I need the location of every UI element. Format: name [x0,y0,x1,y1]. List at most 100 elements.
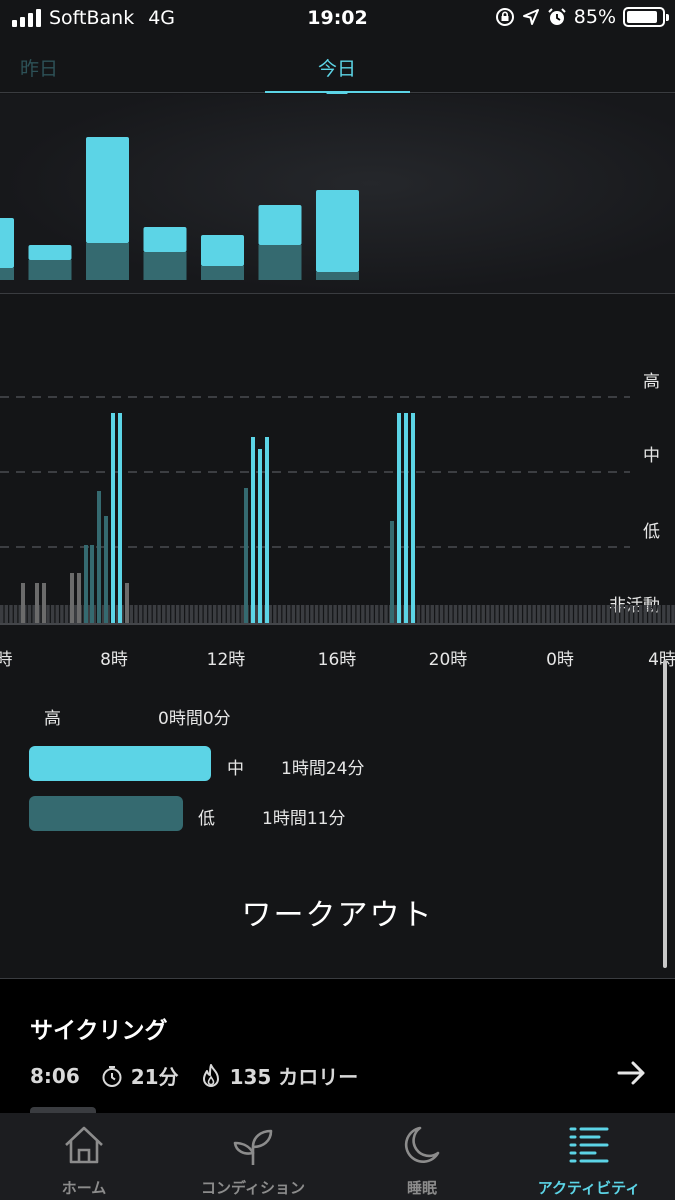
inactive-bar [138,605,143,623]
inactive-bar [171,605,175,623]
inactive-bar [328,605,333,623]
workout-name: サイクリング [30,1018,168,1044]
inactive-bar [337,605,342,623]
inactive-bar [625,605,629,623]
legend-high-label: 高 [44,709,61,729]
inactive-bar [421,605,425,623]
hour-label: 20時 [428,650,468,670]
inactive-bar [606,605,610,623]
inactive-bar [435,605,439,623]
workout-card[interactable]: サイクリング 8:06 21分 135 カロリー [0,979,675,1114]
inactive-bar [652,605,657,623]
inactive-bar [152,605,157,623]
inactive-bar [162,605,166,623]
nav-sleep[interactable]: 睡眠 [347,1113,497,1200]
inactive-bar [282,605,286,623]
intensity-bar-grey [77,573,81,623]
inactive-bar [583,605,587,623]
inactive-bar [500,605,504,623]
status-bar: SoftBank 4G 19:02 85% [0,0,675,40]
activity-lines-icon [569,1127,609,1163]
hour-label: 8時 [100,650,128,670]
intensity-bar-mid [118,413,122,623]
sprout-icon [233,1129,273,1165]
intensity-bar-mid [258,449,262,623]
inactive-bar [351,605,356,623]
inactive-bar [458,605,462,623]
inactive-bar [671,605,675,623]
inactive-bar [541,605,546,623]
level-label-high: 高 [643,372,660,392]
inactive-bar [416,605,421,623]
inactive-bar [129,605,134,623]
bottom-nav: ホーム コンディション 睡眠 アクティビティ [0,1113,675,1200]
hourly-activity-chart[interactable] [0,94,675,294]
legend-mid-duration: 1時間24分 [281,759,365,779]
inactive-bar [550,605,555,623]
nav-sleep-label: 睡眠 [406,1179,437,1197]
workout-stats: 8:06 21分 135 カロリー [30,1061,378,1090]
workout-calories: 135 カロリー [229,1065,359,1089]
inactive-bar [291,605,296,623]
hourly-bar-mid [0,218,14,268]
nav-condition[interactable]: コンディション [178,1113,328,1200]
inactive-bar [185,605,189,623]
inactive-bar [46,605,50,623]
tab-yesterday[interactable]: 昨日 [20,54,58,81]
inactive-bar [356,605,360,623]
orientation-lock-icon [495,8,514,26]
inactive-bar [268,605,272,623]
intensity-bar-low [84,545,88,623]
hour-label: 時 [0,650,13,670]
inactive-bar [597,605,601,623]
inactive-bar [231,605,235,623]
inactive-bar [379,605,384,623]
inactive-bar [27,605,32,623]
intensity-chart[interactable]: 高中低非活動 [0,295,675,625]
legend-high-duration: 0時間0分 [158,709,231,729]
nav-home[interactable]: ホーム [9,1113,159,1200]
intensity-bar-mid [404,413,408,623]
inactive-bar [662,605,666,623]
inactive-bar [532,605,536,623]
intensity-bar-mid [251,437,255,623]
inactive-bar [509,605,513,623]
inactive-bar [13,605,18,623]
hour-label: 16時 [317,650,357,670]
inactive-bar [199,605,203,623]
inactive-bar [490,605,495,623]
hourly-bar-mid [86,137,129,243]
legend-low-label: 低 [198,809,215,829]
battery-icon [623,7,669,27]
inactive-bar [643,605,647,623]
inactive-bar [143,605,147,623]
inactive-bar [0,605,4,623]
inactive-bar [648,605,652,623]
arrow-right-icon[interactable] [617,1059,647,1087]
inactive-bar [189,605,194,623]
inactive-bar [222,605,226,623]
intensity-bar-mid [111,413,115,623]
nav-activity-label: アクティビティ [537,1179,641,1197]
alarm-icon [548,8,566,25]
inactive-bar [370,605,374,623]
intensity-bar-grey [35,583,39,623]
inactive-bar [481,605,485,623]
inactive-bar [560,605,564,623]
inactive-bar [324,605,328,623]
inactive-bar [287,605,291,623]
home-icon [65,1126,103,1164]
intensity-bar-low [97,491,101,623]
nav-condition-label: コンディション [201,1179,305,1197]
inactive-bar [273,605,277,623]
inactive-bar [638,605,643,623]
hourly-chart-svg [0,137,359,280]
tab-today[interactable]: 今日 [318,54,356,81]
inactive-bar [365,605,370,623]
inactive-bar [574,605,578,623]
hourly-bar-low [316,272,359,280]
inactive-bar [425,605,430,623]
inactive-bar [453,605,458,623]
inactive-bar [634,605,638,623]
nav-activity[interactable]: アクティビティ [514,1113,664,1200]
